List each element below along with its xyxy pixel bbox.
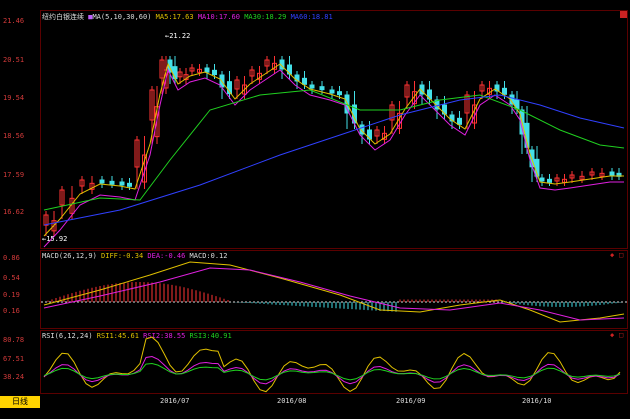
rsi3-line [43,363,621,381]
x-tick: 2016/10 [522,397,552,405]
dea-line [43,267,625,321]
candle-body [319,86,325,91]
candle-body [119,181,125,186]
candle-body [99,179,105,184]
rsi1-line [43,336,621,393]
candle-body [127,182,132,187]
low-annotation: ←15.92 [42,235,68,243]
candle-body [609,171,615,176]
high-annotation: ←21.22 [165,32,191,40]
chart-surface [41,56,627,393]
candle-body [502,87,507,95]
candle-body [204,67,210,73]
candle-body [172,66,178,80]
x-tick: 2016/09 [396,397,426,405]
x-tick: 2016/08 [277,397,307,405]
high-value: 21.22 [169,32,191,40]
low-value: 15.92 [46,235,68,243]
rsi2-line [43,356,621,385]
candle-body [302,77,307,85]
candle-body [109,180,115,185]
candle-body [309,84,315,89]
candle-body [329,89,335,94]
candle-body [547,178,552,183]
candle-body [539,177,545,182]
candle-body [212,69,217,76]
period-tab[interactable]: 日线 [0,396,40,408]
candle-body [457,117,462,125]
x-tick: 2016/07 [160,397,190,405]
candle-body [337,91,342,96]
